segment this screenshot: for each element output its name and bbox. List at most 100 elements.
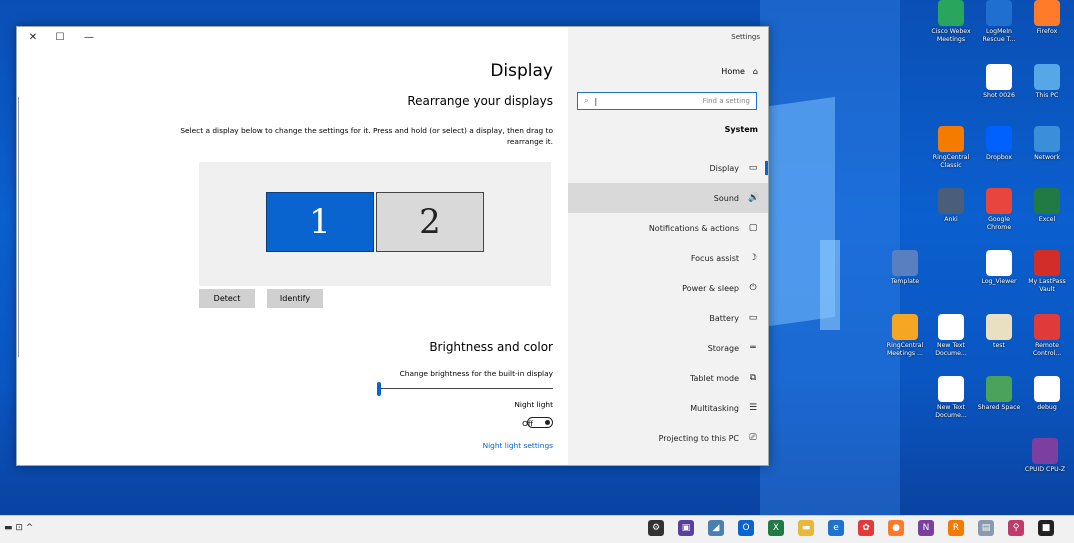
app-icon [1032, 438, 1058, 464]
monitor-2-label: 2 [419, 202, 441, 242]
desktop-icon[interactable]: RingCentral Classic [928, 126, 974, 170]
sidebar-item-label: Projecting to this PC [658, 433, 739, 443]
night-light-settings-link[interactable]: Night light settings [483, 441, 553, 450]
home-link[interactable]: Home ⌂ [721, 67, 758, 76]
desktop-icon[interactable]: RingCentral Meetings ... [882, 314, 928, 358]
close-button[interactable]: ✕ [25, 31, 41, 45]
detect-button[interactable]: Detect [199, 289, 255, 308]
desktop-icon[interactable]: Dropbox [976, 126, 1022, 162]
identify-button[interactable]: Identify [267, 289, 323, 308]
app-icon [892, 250, 918, 276]
desktop-icon[interactable]: New Text Docume... [928, 376, 974, 420]
gear-icon[interactable]: ⚙ [648, 520, 664, 536]
desktop-icon[interactable]: Anki [928, 188, 974, 224]
desktop-icon-label: Template [890, 278, 920, 285]
minimize-button[interactable]: — [81, 31, 97, 45]
sidebar-item-label: Multitasking [690, 403, 739, 413]
battery-icon: ▭ [748, 313, 758, 323]
sidebar-item-focus-assist[interactable]: Focus assist ☽ [568, 243, 768, 273]
desktop-icon[interactable]: debug [1024, 376, 1070, 412]
desktop-icon-label: Network [1034, 154, 1060, 161]
desktop-icon[interactable]: Excel [1024, 188, 1070, 224]
app-title: Settings [731, 33, 760, 41]
sidebar-item-display[interactable]: Display ▭ [568, 153, 768, 183]
scroll-edge [18, 97, 19, 357]
wallpaper-pane [820, 240, 840, 330]
monitor-1-label: 1 [309, 202, 331, 242]
sidebar-item-sound[interactable]: Sound 🔊 [568, 183, 768, 213]
sidebar-item-battery[interactable]: Battery ▭ [568, 303, 768, 333]
rearrange-heading: Rearrange your displays [407, 94, 553, 108]
display-page: ✕ ☐ — Display Rearrange your displays Se… [17, 27, 568, 465]
sidebar-item-label: Display [709, 163, 740, 173]
ringcentral-icon[interactable]: R [948, 520, 964, 536]
desktop-icon[interactable]: My LastPass Vault [1024, 250, 1070, 294]
search-input[interactable]: ⌕ | Find a setting [577, 92, 757, 110]
tray-left[interactable]: ▬ ⊡ ^ [4, 523, 33, 533]
app-icon [938, 126, 964, 152]
firefox-icon[interactable]: ● [888, 520, 904, 536]
desktop-icon[interactable]: CPUID CPU-Z [1022, 438, 1068, 474]
home-label: Home [721, 67, 745, 76]
desktop-icon-label: This PC [1035, 92, 1059, 99]
outlook-icon[interactable]: O [738, 520, 754, 536]
desktop-icon-label: New Text Docume... [935, 342, 967, 357]
maximize-button[interactable]: ☐ [52, 31, 68, 45]
brightness-slider-thumb[interactable] [377, 382, 381, 396]
app-icon [1034, 376, 1060, 402]
taskbar: ▬ ⊡ ^ ⚙ ▣ ◢ O X ▬ e ✿ ● N R ▤ ⚲ ■ [0, 515, 1074, 543]
sidebar-item-storage[interactable]: Storage ═ [568, 333, 768, 363]
desktop-icon[interactable]: Shared Space [976, 376, 1022, 412]
desktop-icon[interactable]: Cisco Webex Meetings [928, 0, 974, 44]
app-icon [986, 250, 1012, 276]
settings-nav: Settings Home ⌂ ⌕ | Find a setting Syste… [568, 27, 768, 465]
desktop-icon-label: Firefox [1036, 28, 1058, 35]
network-icon[interactable]: ⚲ [1008, 520, 1024, 536]
monitor-2[interactable]: 2 [376, 192, 484, 252]
project-icon: ⎚ [749, 433, 757, 443]
desktop-icon[interactable]: Template [882, 250, 928, 286]
folder-icon[interactable]: ▬ [798, 520, 814, 536]
edge-icon[interactable]: e [828, 520, 844, 536]
app-icon[interactable]: ▣ [678, 520, 694, 536]
desktop-icon-label: LogMeIn Rescue T... [982, 28, 1016, 43]
app-icon [1034, 126, 1060, 152]
desktop-icon-label: Google Chrome [986, 216, 1012, 231]
sidebar-item-power-sleep[interactable]: Power & sleep ⏻ [568, 273, 768, 303]
desktop-icon[interactable]: LogMeIn Rescue T... [976, 0, 1022, 44]
sidebar-item-projecting-to-this-pc[interactable]: Projecting to this PC ⎚ [568, 423, 768, 453]
night-light-label: Night light [514, 400, 553, 409]
desktop-icon[interactable]: This PC [1024, 64, 1070, 100]
desktop-icon[interactable]: Shot 0026 [976, 64, 1022, 100]
night-light-toggle[interactable] [527, 417, 553, 428]
windows-icon[interactable]: ■ [1038, 520, 1054, 536]
desktop-icon-label: Log_Viewer [981, 278, 1017, 285]
app-icon [986, 314, 1012, 340]
desktop-icon-label: Shot 0026 [983, 92, 1015, 99]
app-icon[interactable]: ◢ [708, 520, 724, 536]
app-icon[interactable]: ✿ [858, 520, 874, 536]
monitor-1[interactable]: 1 [266, 192, 374, 252]
app-icon [986, 188, 1012, 214]
app-icon [892, 314, 918, 340]
desktop-icon[interactable]: Firefox [1024, 0, 1070, 36]
desktop-icon[interactable]: Remote Control... [1024, 314, 1070, 358]
app-icon[interactable]: ▤ [978, 520, 994, 536]
display-arrangement-area[interactable]: 1 2 [199, 162, 551, 286]
onenote-icon[interactable]: N [918, 520, 934, 536]
app-icon [1034, 314, 1060, 340]
home-icon: ⌂ [752, 67, 758, 76]
brightness-slider[interactable] [379, 388, 553, 389]
app-icon [1034, 250, 1060, 276]
sidebar-item-tablet-mode[interactable]: Tablet mode ⧉ [568, 363, 768, 393]
desktop-icon[interactable]: Log_Viewer [976, 250, 1022, 286]
excel-icon[interactable]: X [768, 520, 784, 536]
sidebar-item-notifications-actions[interactable]: Notifications & actions ▢ [568, 213, 768, 243]
sidebar-item-multitasking[interactable]: Multitasking ☰ [568, 393, 768, 423]
desktop-icon[interactable]: test [976, 314, 1022, 350]
sidebar-item-label: Power & sleep [682, 283, 739, 293]
desktop-icon[interactable]: Google Chrome [976, 188, 1022, 232]
desktop-icon[interactable]: Network [1024, 126, 1070, 162]
rearrange-description: Select a display below to change the set… [180, 126, 553, 146]
desktop-icon[interactable]: New Text Docume... [928, 314, 974, 358]
